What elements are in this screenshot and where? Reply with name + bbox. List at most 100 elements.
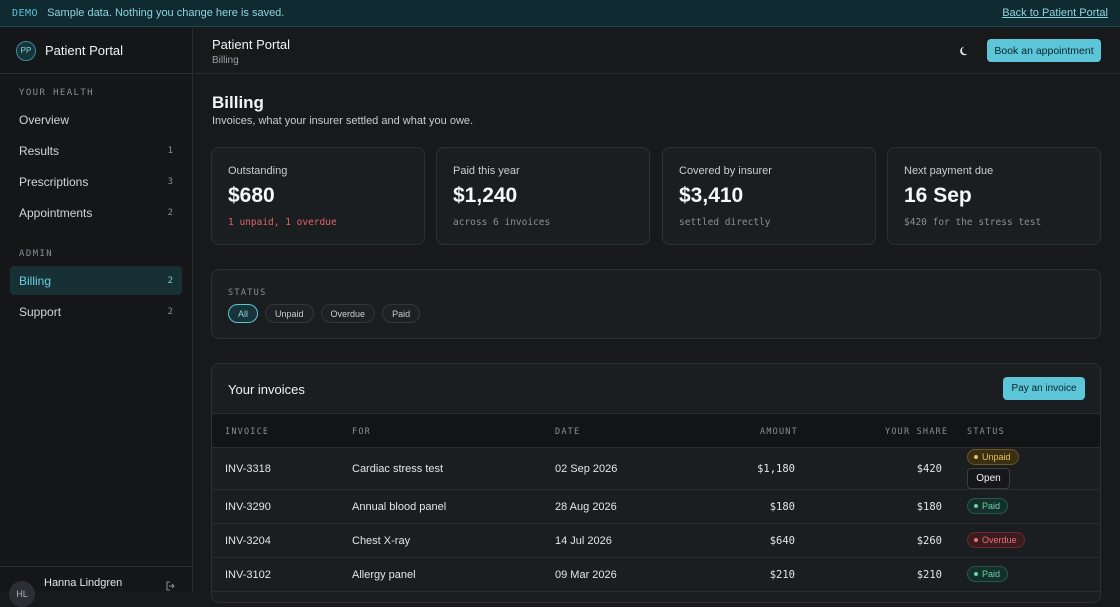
- nav-section-your-health: YOUR HEALTH: [19, 88, 95, 98]
- invoice-date: 09 Mar 2026: [555, 569, 617, 581]
- sidebar-item-count: 2: [167, 306, 173, 317]
- user-area: HL Hanna Lindgren: [0, 566, 192, 607]
- book-appointment-button[interactable]: Book an appointment: [987, 39, 1101, 62]
- stat-label: Paid this year: [453, 165, 520, 177]
- top-header: Patient Portal Billing Book an appointme…: [194, 28, 1120, 74]
- sidebar-item-overview[interactable]: Overview: [10, 105, 182, 134]
- avatar[interactable]: HL: [9, 581, 35, 607]
- invoice-number: INV-3290: [225, 501, 271, 513]
- column-header-invoice[interactable]: INVOICE: [225, 427, 269, 437]
- sign-out-icon[interactable]: [166, 581, 176, 594]
- column-header-your-share[interactable]: YOUR SHARE: [885, 427, 948, 437]
- sidebar-item-appointments[interactable]: Appointments 2: [10, 198, 182, 227]
- brand[interactable]: PP Patient Portal: [0, 28, 192, 74]
- invoice-date: 02 Sep 2026: [555, 463, 618, 475]
- demo-message: Sample data. Nothing you change here is …: [47, 7, 285, 19]
- stat-card-paid-this-year: Paid this year $1,240 across 6 invoices: [436, 147, 650, 245]
- sidebar-item-label: Prescriptions: [19, 174, 89, 189]
- column-header-amount[interactable]: AMOUNT: [760, 427, 798, 437]
- table-row[interactable]: INV-3318 Cardiac stress test 02 Sep 2026…: [212, 448, 1100, 490]
- status-badge: Paid: [967, 498, 1009, 514]
- stat-label: Outstanding: [228, 165, 288, 177]
- stat-note: 1 unpaid, 1 overdue: [228, 217, 337, 228]
- open-invoice-button[interactable]: Open: [967, 468, 1010, 489]
- sidebar-item-count: 3: [167, 176, 173, 187]
- status-text: Paid: [982, 569, 1001, 579]
- pay-invoice-button[interactable]: Pay an invoice: [1003, 377, 1085, 400]
- stat-label: Next payment due: [904, 165, 994, 177]
- invoice-your-share: $210: [916, 569, 942, 581]
- sidebar-item-prescriptions[interactable]: Prescriptions 3: [10, 167, 182, 196]
- status-text: Paid: [982, 501, 1001, 511]
- invoice-amount: $1,180: [757, 463, 795, 475]
- invoice-amount: $640: [769, 535, 795, 547]
- invoice-date: 28 Aug 2026: [555, 501, 617, 513]
- back-to-portal-link[interactable]: Back to Patient Portal: [1002, 7, 1108, 19]
- sidebar-item-count: 2: [167, 207, 173, 218]
- column-header-date[interactable]: DATE: [555, 427, 580, 437]
- table-row[interactable]: INV-3204 Chest X-ray 14 Jul 2026 $640 $2…: [212, 524, 1100, 558]
- status-badge: Paid: [967, 566, 1009, 582]
- sidebar-item-support[interactable]: Support 2: [10, 297, 182, 326]
- stat-value: $3,410: [679, 184, 744, 207]
- nav-section-admin: ADMIN: [19, 249, 54, 259]
- header-title: Patient Portal: [212, 37, 291, 52]
- invoices-card: Your invoices Pay an invoice INVOICE FOR…: [211, 363, 1101, 603]
- sidebar-item-label: Support: [19, 304, 62, 319]
- filter-chip-paid[interactable]: Paid: [382, 304, 421, 323]
- invoices-title: Your invoices: [228, 382, 305, 397]
- invoice-for: Cardiac stress test: [352, 463, 444, 475]
- brand-name: Patient Portal: [45, 43, 124, 58]
- demo-banner: DEMO Sample data. Nothing you change her…: [0, 0, 1120, 27]
- stat-note: across 6 invoices: [453, 217, 551, 228]
- status-dot-icon: [974, 572, 978, 576]
- stat-value: 16 Sep: [904, 184, 972, 207]
- column-header-for[interactable]: FOR: [352, 427, 371, 437]
- invoice-amount: $210: [769, 569, 795, 581]
- breadcrumb: Billing: [212, 55, 239, 66]
- status-badge: Overdue: [967, 532, 1025, 548]
- sidebar-item-billing[interactable]: Billing 2: [10, 266, 182, 295]
- status-filter-card: STATUS All Unpaid Overdue Paid: [211, 269, 1101, 339]
- user-name: Hanna Lindgren: [44, 577, 123, 589]
- sidebar: PP Patient Portal YOUR HEALTH Overview R…: [0, 28, 193, 607]
- sidebar-item-results[interactable]: Results 1: [10, 136, 182, 165]
- status-text: Overdue: [982, 535, 1017, 545]
- status-dot-icon: [974, 455, 978, 459]
- invoice-for: Annual blood panel: [352, 501, 447, 513]
- column-header-status[interactable]: STATUS: [967, 427, 1005, 437]
- status-badge: Unpaid: [967, 449, 1019, 465]
- status-dot-icon: [974, 504, 978, 508]
- invoice-for: Chest X-ray: [352, 535, 411, 547]
- stat-card-covered-by-insurer: Covered by insurer $3,410 settled direct…: [662, 147, 876, 245]
- sidebar-item-label: Billing: [19, 273, 52, 288]
- sidebar-item-label: Results: [19, 143, 60, 158]
- table-row[interactable]: INV-3290 Annual blood panel 28 Aug 2026 …: [212, 490, 1100, 524]
- invoice-your-share: $420: [916, 463, 942, 475]
- demo-tag: DEMO: [12, 7, 39, 19]
- sidebar-item-label: Appointments: [19, 205, 93, 220]
- invoice-for: Allergy panel: [352, 569, 416, 581]
- invoice-your-share: $180: [916, 501, 942, 513]
- invoice-number: INV-3102: [225, 569, 271, 581]
- invoice-number: INV-3318: [225, 463, 271, 475]
- stat-value: $1,240: [453, 184, 518, 207]
- stat-value: $680: [228, 184, 275, 207]
- table-row[interactable]: INV-3102 Allergy panel 09 Mar 2026 $210 …: [212, 558, 1100, 592]
- page-subtitle: Invoices, what your insurer settled and …: [212, 115, 474, 127]
- stat-card-outstanding: Outstanding $680 1 unpaid, 1 overdue: [211, 147, 425, 245]
- filter-label: STATUS: [228, 288, 267, 298]
- brand-badge: PP: [16, 40, 36, 61]
- sidebar-item-count: 1: [167, 145, 173, 156]
- stat-card-next-payment-due: Next payment due 16 Sep $420 for the str…: [887, 147, 1101, 245]
- invoice-your-share: $260: [916, 535, 942, 547]
- filter-chip-overdue[interactable]: Overdue: [320, 304, 376, 323]
- invoice-amount: $180: [769, 501, 795, 513]
- filter-chip-unpaid[interactable]: Unpaid: [265, 304, 314, 323]
- stat-note: settled directly: [679, 217, 771, 228]
- moon-icon[interactable]: [959, 44, 971, 56]
- stat-label: Covered by insurer: [679, 165, 772, 177]
- filter-chip-all[interactable]: All: [228, 304, 259, 323]
- table-header: INVOICE FOR DATE AMOUNT YOUR SHARE STATU…: [212, 413, 1100, 448]
- page-title: Billing: [212, 93, 264, 112]
